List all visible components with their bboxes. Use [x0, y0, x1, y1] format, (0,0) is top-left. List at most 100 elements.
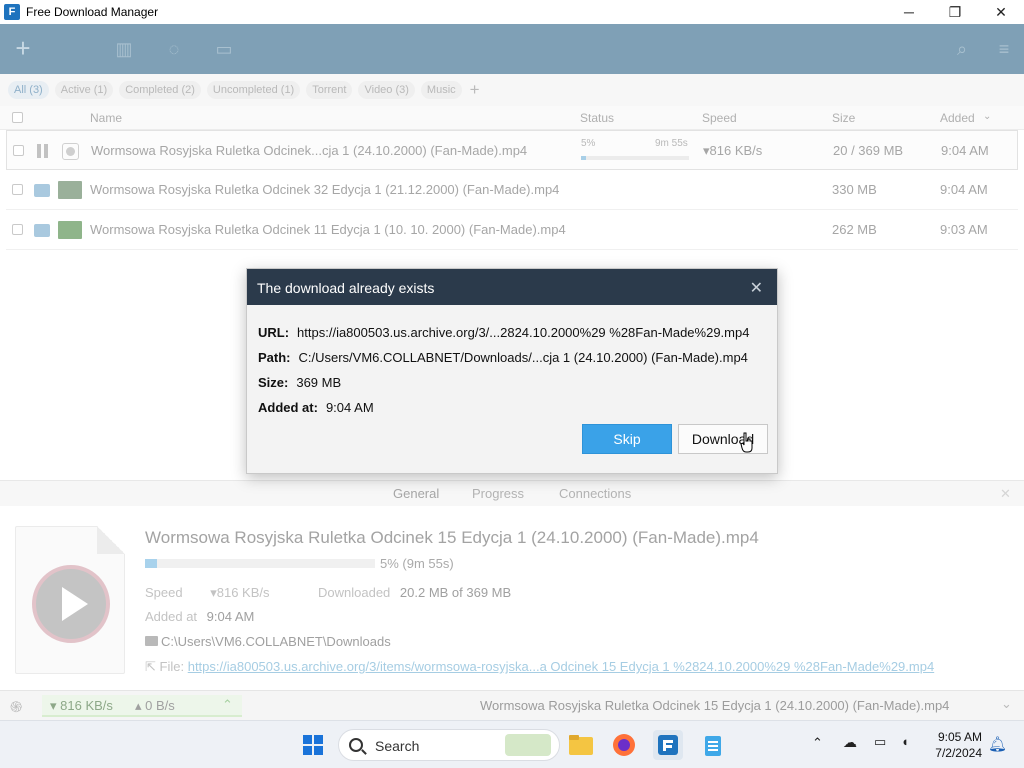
select-all-checkbox[interactable] — [12, 112, 23, 123]
added-at-label: Added at: — [258, 400, 318, 415]
add-download-button[interactable]: + — [6, 31, 40, 65]
table-header: Name Status Speed Size Added ⌄ — [0, 106, 1024, 130]
filter-torrent[interactable]: Torrent — [306, 81, 353, 99]
size-label: Size: — [258, 375, 289, 390]
folder-icon[interactable]: ▭ — [210, 35, 238, 63]
taskbar-search[interactable]: Search — [338, 729, 560, 761]
details-progress-text: 5% (9m 55s) — [380, 556, 454, 571]
video-file-icon — [62, 143, 79, 160]
row-progress-bar — [581, 156, 689, 160]
added-at-value: 9:04 AM — [325, 400, 374, 415]
table-row[interactable]: Wormsowa Rosyjska Ruletka Odcinek...cja … — [6, 130, 1018, 170]
table-row[interactable]: Wormsowa Rosyjska Ruletka Odcinek 32 Edy… — [6, 170, 1018, 210]
upload-speed: ▴ 0 B/s — [135, 698, 175, 713]
row-checkbox[interactable] — [12, 224, 23, 235]
file-url-link[interactable]: https://ia800503.us.archive.org/3/items/… — [188, 659, 934, 674]
dialog-header: The download already exists ✕ — [247, 269, 777, 305]
maximize-button[interactable]: ❐ — [932, 0, 978, 24]
menu-icon[interactable]: ≡ — [990, 35, 1018, 63]
col-status[interactable]: Status — [580, 111, 614, 125]
minimize-button[interactable]: ─ — [886, 0, 932, 24]
chevron-up-icon[interactable]: ⌃ — [812, 735, 823, 751]
taskbar: Search ⌃ ☁ ▭ ◖ 9:05 AM 7/2/2024 🔔︎ — [0, 720, 1024, 768]
clock-time: 9:05 AM — [937, 730, 982, 744]
filter-music[interactable]: Music — [420, 81, 462, 99]
video-thumbnail — [58, 181, 82, 199]
play-icon[interactable] — [32, 565, 110, 643]
downloaded-value: 20.2 MB of 369 MB — [399, 585, 512, 600]
delete-icon[interactable]: ◌ — [160, 35, 188, 63]
col-added[interactable]: Added — [940, 111, 975, 125]
row-size: 262 MB — [832, 222, 877, 237]
col-name[interactable]: Name — [90, 111, 122, 125]
url-value: https://ia800503.us.archive.org/3/...282… — [297, 325, 750, 340]
col-size[interactable]: Size — [832, 111, 855, 125]
filter-all[interactable]: All (3) — [8, 81, 49, 99]
tab-general[interactable]: General — [382, 486, 450, 508]
path-value: C:/Users/VM6.COLLABNET/Downloads/...cja … — [298, 350, 748, 365]
external-link-icon: ⇱ — [145, 659, 156, 674]
download-exists-dialog: The download already exists ✕ URL: https:… — [246, 268, 778, 474]
row-name: Wormsowa Rosyjska Ruletka Odcinek...cja … — [91, 143, 528, 158]
folder-icon[interactable] — [34, 184, 50, 197]
windows-start-icon[interactable] — [298, 730, 328, 760]
table-row[interactable]: Wormsowa Rosyjska Ruletka Odcinek 11 Edy… — [6, 210, 1018, 250]
details-progress-bar — [145, 559, 375, 568]
row-eta: 9m 55s — [655, 138, 688, 149]
filter-uncompleted[interactable]: Uncompleted (1) — [206, 81, 301, 99]
skip-button[interactable]: Skip — [582, 424, 672, 454]
onedrive-icon[interactable]: ☁ — [843, 734, 857, 751]
filter-active[interactable]: Active (1) — [54, 81, 114, 99]
tab-connections[interactable]: Connections — [559, 486, 631, 501]
search-label: Search — [375, 738, 420, 754]
chevron-up-icon[interactable]: ⌃ — [222, 697, 233, 713]
row-size: 330 MB — [832, 182, 877, 197]
add-filter-button[interactable]: + — [470, 80, 480, 100]
folder-path[interactable]: C:\Users\VM6.COLLABNET\Downloads — [161, 634, 391, 649]
search-highlight-image — [505, 734, 551, 756]
folder-icon — [145, 636, 158, 646]
clock[interactable]: 9:05 AM 7/2/2024 — [935, 729, 982, 761]
file-label: File: — [159, 659, 185, 674]
filter-completed[interactable]: Completed (2) — [119, 81, 201, 99]
url-label: URL: — [258, 325, 290, 340]
dialog-title: The download already exists — [257, 280, 435, 296]
folder-icon[interactable] — [34, 224, 50, 237]
title-bar: F Free Download Manager ─ ❐ ✕ — [0, 0, 1024, 24]
row-speed: ▾816 KB/s — [703, 143, 763, 158]
close-details-icon[interactable]: ✕ — [1000, 486, 1011, 502]
file-explorer-icon[interactable] — [566, 730, 596, 760]
row-name: Wormsowa Rosyjska Ruletka Odcinek 32 Edy… — [90, 182, 560, 197]
snail-mode-icon[interactable]: ֍ — [10, 697, 22, 717]
details-tabs: General Progress Connections ✕ — [0, 480, 1024, 508]
search-icon[interactable]: ⌕ — [948, 35, 976, 63]
downloaded-label: Downloaded — [318, 585, 391, 600]
row-progress-fill — [581, 156, 587, 160]
details-progress-fill — [145, 559, 157, 568]
network-icon[interactable]: ▭ — [874, 734, 886, 750]
pause-icon[interactable] — [37, 144, 49, 158]
current-download-name: Wormsowa Rosyjska Ruletka Odcinek 15 Edy… — [480, 698, 950, 713]
speed-label: Speed — [145, 585, 183, 600]
row-checkbox[interactable] — [13, 145, 24, 156]
added-value: 9:04 AM — [206, 609, 255, 624]
close-window-button[interactable]: ✕ — [978, 0, 1024, 24]
close-icon[interactable]: ✕ — [750, 278, 763, 298]
row-checkbox[interactable] — [12, 184, 23, 195]
notification-bell-icon[interactable]: 🔔︎ — [988, 735, 1007, 753]
notepad-icon[interactable] — [698, 730, 728, 760]
sort-chevron-icon[interactable]: ⌄ — [983, 111, 991, 122]
filter-video[interactable]: Video (3) — [358, 81, 415, 99]
row-size: 20 / 369 MB — [833, 143, 904, 158]
volume-icon[interactable]: ◖ — [901, 734, 909, 749]
library-icon[interactable]: ▥ — [110, 35, 138, 63]
chevron-down-icon[interactable]: ⌄ — [1001, 696, 1012, 712]
download-button[interactable]: Download — [678, 424, 768, 454]
fdm-taskbar-icon[interactable] — [653, 730, 683, 760]
video-thumbnail — [58, 221, 82, 239]
details-panel: Wormsowa Rosyjska Ruletka Odcinek 15 Edy… — [0, 506, 1024, 690]
firefox-icon[interactable] — [609, 730, 639, 760]
col-speed[interactable]: Speed — [702, 111, 737, 125]
tab-progress[interactable]: Progress — [472, 486, 524, 501]
toolbar: + ▥ ◌ ▭ ⌕ ≡ — [0, 24, 1024, 74]
